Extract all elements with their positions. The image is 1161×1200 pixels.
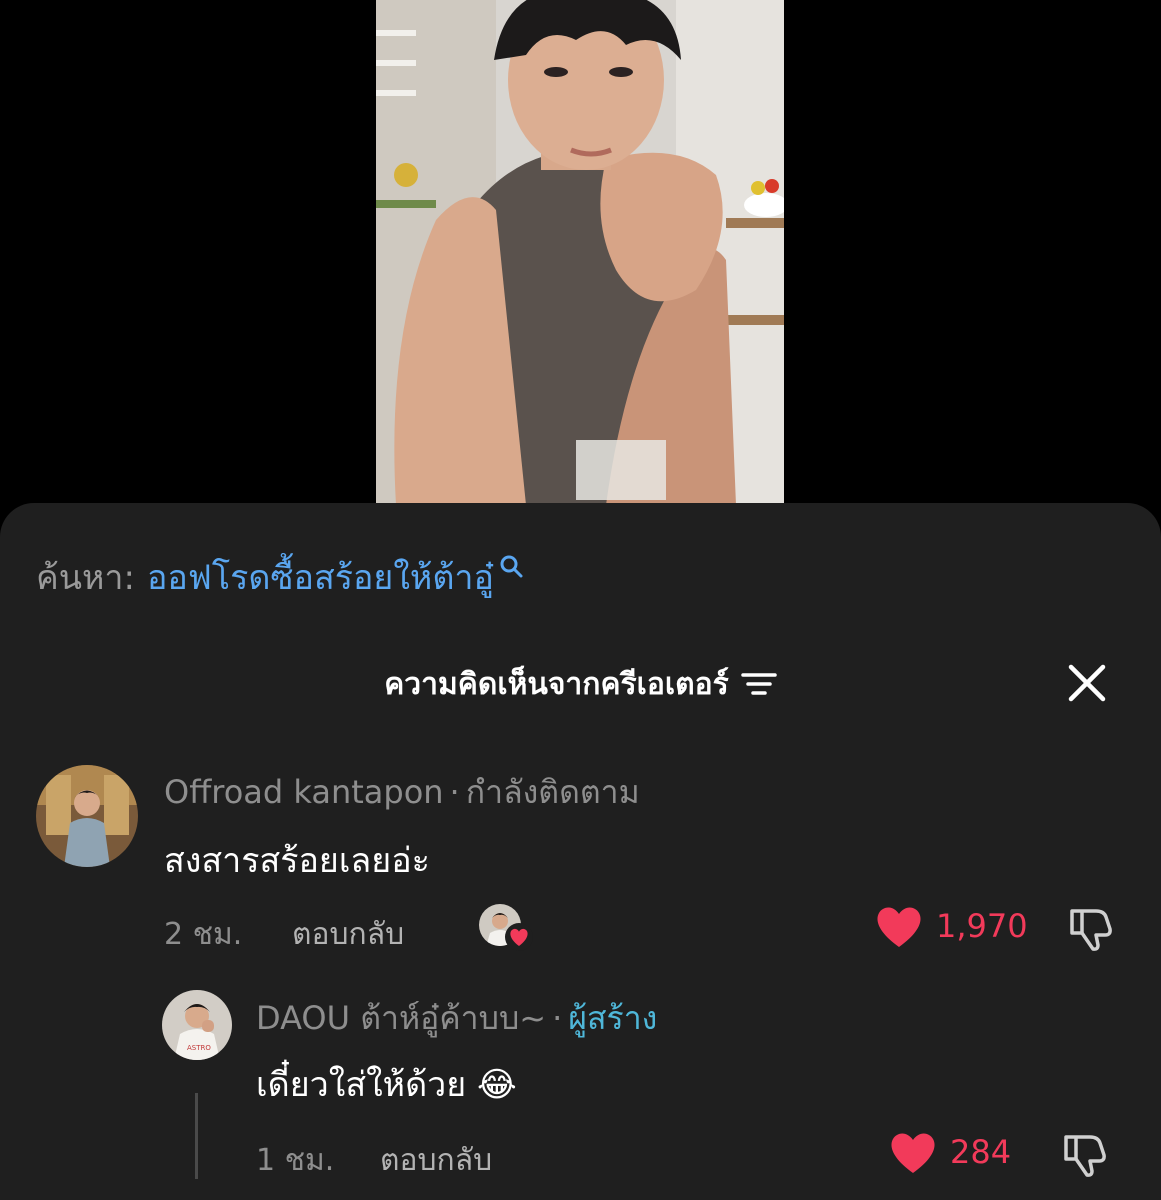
reply-button[interactable]: ตอบกลับ (380, 1137, 492, 1184)
creator-liked-badge (478, 903, 534, 953)
panel-header: ความคิดเห็นจากครีเอเตอร์ (0, 659, 1161, 709)
following-status: กำลังติดตาม (465, 773, 640, 811)
video-player[interactable] (376, 0, 784, 505)
heart-icon (505, 923, 533, 951)
laughing-emoji: 😂 (477, 1065, 517, 1105)
comments-sheet: ค้นหา: ออฟโรดซื้อสร้อยให้ต้าอู๋ ความคิดเ… (0, 503, 1161, 1200)
search-icon (500, 555, 523, 578)
reply-button[interactable]: ตอบกลับ (292, 911, 404, 958)
like-button[interactable]: 1,970 (874, 903, 1028, 949)
separator-dot: · (552, 999, 563, 1037)
reply-avatar-image: ASTRO (162, 990, 232, 1060)
close-icon[interactable] (1065, 661, 1109, 705)
reply-text-line: เดี๋ยวใส่ให้ด้วย 😂 (256, 1057, 517, 1111)
comment-text: สงสารสร้อยเลยอ่ะ (164, 841, 430, 881)
search-query-link[interactable]: ออฟโรดซื้อสร้อยให้ต้าอู๋ (147, 550, 494, 604)
comment-author-line: Offroad kantapon · กำลังติดตาม (164, 767, 640, 818)
screen: ค้นหา: ออฟโรดซื้อสร้อยให้ต้าอู๋ ความคิดเ… (0, 0, 1161, 1200)
reply-author-line: DAOU ต้าห์อู๋ค้าบบ~ · ผู้สร้าง (256, 993, 657, 1044)
filter-icon[interactable] (741, 669, 777, 699)
heart-icon (877, 907, 921, 947)
video-frame-image (376, 0, 784, 505)
dislike-icon[interactable] (1060, 1129, 1110, 1179)
separator-dot: · (449, 773, 460, 811)
panel-title: ความคิดเห็นจากครีเอเตอร์ (384, 666, 729, 702)
like-count: 1,970 (936, 907, 1028, 945)
reply-avatar[interactable]: ASTRO (162, 990, 232, 1060)
reply-time: 1 ชม. (256, 1143, 335, 1178)
heart-icon (891, 1133, 935, 1173)
comment-author[interactable]: Offroad kantapon (164, 773, 444, 811)
reply-like-button[interactable]: 284 (888, 1129, 1011, 1175)
dislike-icon[interactable] (1066, 903, 1116, 953)
svg-text:ASTRO: ASTRO (187, 1044, 211, 1052)
search-suggestion[interactable]: ค้นหา: ออฟโรดซื้อสร้อยให้ต้าอู๋ (36, 549, 524, 605)
creator-badge: ผู้สร้าง (568, 999, 658, 1037)
avatar-image (36, 765, 138, 867)
reply-like-count: 284 (950, 1133, 1012, 1171)
avatar[interactable] (36, 765, 138, 867)
comment-time: 2 ชม. (164, 917, 243, 952)
thread-line (195, 1093, 198, 1179)
reply-author[interactable]: DAOU ต้าห์อู๋ค้าบบ~ (256, 999, 546, 1037)
search-prefix-label: ค้นหา: (36, 558, 135, 598)
reply-text: เดี๋ยวใส่ให้ด้วย (256, 1065, 467, 1105)
